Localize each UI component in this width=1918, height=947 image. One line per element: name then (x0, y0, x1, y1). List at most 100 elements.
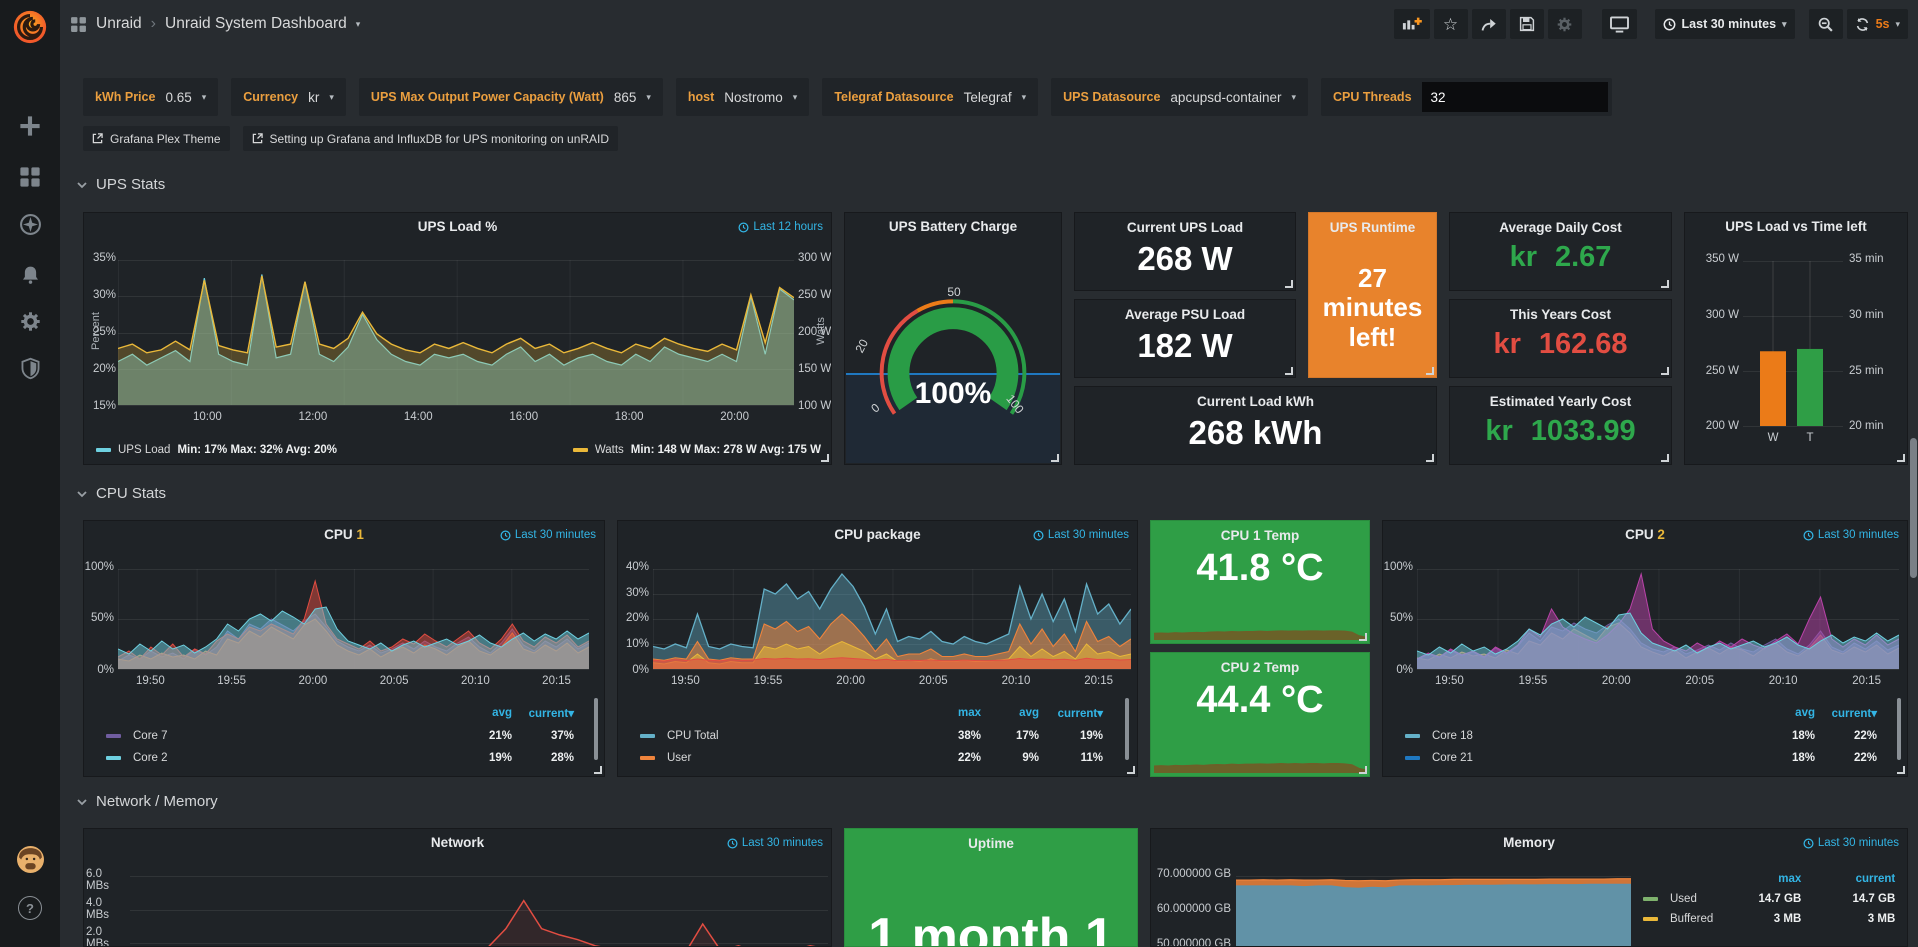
chart-area[interactable] (130, 859, 828, 947)
panel-title[interactable]: Average Daily Cost (1454, 220, 1667, 235)
legend-header-current[interactable]: current▾ (1039, 706, 1103, 720)
cpu1-chart[interactable] (118, 569, 589, 669)
link-ups-monitoring-guide[interactable]: Setting up Grafana and InfluxDB for UPS … (243, 126, 619, 151)
panel-title[interactable]: UPS Runtime (1313, 220, 1432, 235)
panel-title[interactable]: CPU package (658, 527, 1097, 542)
panel-resize-handle[interactable] (594, 766, 602, 774)
panel-resize-handle[interactable] (821, 454, 829, 462)
battery-gauge[interactable] (845, 213, 1061, 464)
panel-title[interactable]: UPS Load % (124, 219, 791, 234)
legend-series-name[interactable]: Core 21 (1425, 752, 1757, 764)
explore-icon[interactable] (0, 213, 60, 236)
legend-header-current[interactable]: current▾ (1815, 706, 1877, 720)
chart-area[interactable] (1743, 261, 1843, 426)
panel-title[interactable]: Memory (1191, 835, 1867, 850)
panel-time-range[interactable]: Last 30 minutes (1803, 529, 1899, 541)
section-cpu-stats[interactable]: CPU Stats (76, 485, 166, 502)
time-range-button[interactable]: Last 30 minutes ▾ (1655, 9, 1795, 39)
legend-scrollbar[interactable] (1125, 698, 1129, 760)
dashboard-settings-button[interactable] (1548, 9, 1582, 39)
panel-resize-handle[interactable] (1359, 633, 1367, 641)
panel-time-range[interactable]: Last 30 minutes (727, 837, 823, 849)
breadcrumb-folder[interactable]: Unraid (96, 15, 142, 33)
legend-header-avg[interactable]: avg (981, 707, 1039, 719)
panel-title[interactable]: Estimated Yearly Cost (1454, 394, 1667, 409)
cpu-threads-input[interactable] (1422, 82, 1608, 112)
chart-area[interactable] (1417, 569, 1899, 669)
legend-header-avg[interactable]: avg (1757, 707, 1815, 719)
user-avatar[interactable] (0, 846, 60, 873)
panel-time-range[interactable]: Last 30 minutes (1803, 837, 1899, 849)
server-admin-shield-icon[interactable] (0, 357, 60, 380)
panel-title[interactable]: CPU 2 Temp (1155, 660, 1365, 675)
legend-scrollbar[interactable] (594, 698, 598, 760)
panel-resize-handle[interactable] (1661, 280, 1669, 288)
variable-ups-max-output[interactable]: UPS Max Output Power Capacity (Watt)865▾ (359, 78, 663, 116)
breadcrumb-page-title[interactable]: Unraid System Dashboard (165, 15, 347, 33)
legend-series-name[interactable]: Core 7 (126, 730, 454, 742)
configuration-gear-icon[interactable] (0, 310, 60, 333)
legend-header-current[interactable]: current▾ (512, 706, 574, 720)
variable-host[interactable]: hostNostromo▾ (676, 78, 809, 116)
share-button[interactable] (1472, 9, 1506, 39)
panel-resize-handle[interactable] (1897, 454, 1905, 462)
legend-header-max[interactable]: max (1713, 873, 1801, 885)
panel-title[interactable]: Uptime (849, 836, 1133, 851)
panel-title[interactable]: CPU 1 (124, 527, 564, 542)
chart-area[interactable] (653, 569, 1131, 669)
panel-resize-handle[interactable] (1661, 454, 1669, 462)
create-icon[interactable] (0, 115, 60, 137)
panel-title[interactable]: Current UPS Load (1079, 220, 1291, 235)
panel-title[interactable]: CPU 2 (1423, 527, 1867, 542)
load-vs-time-bars[interactable] (1743, 261, 1843, 426)
panel-title[interactable]: CPU 1 Temp (1155, 528, 1365, 543)
cpu-package-chart[interactable] (653, 569, 1131, 669)
panel-resize-handle[interactable] (1426, 454, 1434, 462)
panel-time-range[interactable]: Last 30 minutes (1033, 529, 1129, 541)
panel-resize-handle[interactable] (1426, 367, 1434, 375)
section-network-memory[interactable]: Network / Memory (76, 793, 218, 810)
legend-series-name[interactable]: User (660, 752, 917, 764)
cycle-view-button[interactable] (1602, 9, 1637, 39)
legend-scrollbar[interactable] (1897, 698, 1901, 760)
dashboard-picker-caret-icon[interactable]: ▾ (356, 19, 361, 30)
legend-series-name[interactable]: Used (1663, 893, 1713, 905)
refresh-interval[interactable]: 5s (1876, 17, 1890, 31)
panel-title[interactable]: This Years Cost (1454, 307, 1667, 322)
chart-area[interactable] (118, 260, 794, 405)
panel-resize-handle[interactable] (1661, 367, 1669, 375)
link-grafana-plex-theme[interactable]: Grafana Plex Theme (83, 126, 230, 151)
legend-series-name[interactable]: CPU Total (660, 730, 917, 742)
legend-ups-load[interactable]: UPS Load Min: 17% Max: 32% Avg: 20% (96, 444, 337, 456)
chart-area[interactable] (118, 569, 589, 669)
panel-title[interactable]: Average PSU Load (1079, 307, 1291, 322)
ups-load-chart[interactable] (118, 260, 794, 405)
legend-header-max[interactable]: max (917, 707, 981, 719)
legend-header-avg[interactable]: avg (454, 707, 512, 719)
zoom-out-button[interactable] (1809, 9, 1843, 39)
panel-resize-handle[interactable] (1285, 367, 1293, 375)
help-icon[interactable]: ? (0, 896, 60, 920)
save-button[interactable] (1510, 9, 1544, 39)
chart-area[interactable] (1236, 859, 1631, 947)
variable-ups-datasource[interactable]: UPS Datasourceapcupsd-container▾ (1051, 78, 1308, 116)
variable-currency[interactable]: Currencykr▾ (231, 78, 346, 116)
memory-chart[interactable] (1236, 859, 1631, 947)
panel-title[interactable]: UPS Load vs Time left (1693, 219, 1899, 234)
legend-header-current[interactable]: current (1801, 873, 1895, 885)
panel-title[interactable]: Current Load kWh (1079, 394, 1432, 409)
panel-resize-handle[interactable] (1897, 766, 1905, 774)
panel-time-range[interactable]: Last 12 hours (738, 221, 823, 233)
panel-time-range[interactable]: Last 30 minutes (500, 529, 596, 541)
variable-telegraf-datasource[interactable]: Telegraf DatasourceTelegraf▾ (822, 78, 1038, 116)
legend-watts[interactable]: Watts Min: 148 W Max: 278 W Avg: 175 W (573, 444, 821, 456)
panel-resize-handle[interactable] (1051, 454, 1059, 462)
legend-series-name[interactable]: Core 2 (126, 752, 454, 764)
alerting-icon[interactable] (0, 263, 60, 286)
dashboards-icon[interactable] (0, 166, 60, 188)
legend-series-name[interactable]: Core 18 (1425, 730, 1757, 742)
star-button[interactable]: ☆ (1434, 9, 1468, 39)
legend-series-name[interactable]: Buffered (1663, 913, 1713, 925)
grafana-logo[interactable] (0, 8, 60, 46)
panel-title[interactable]: Network (124, 835, 791, 850)
